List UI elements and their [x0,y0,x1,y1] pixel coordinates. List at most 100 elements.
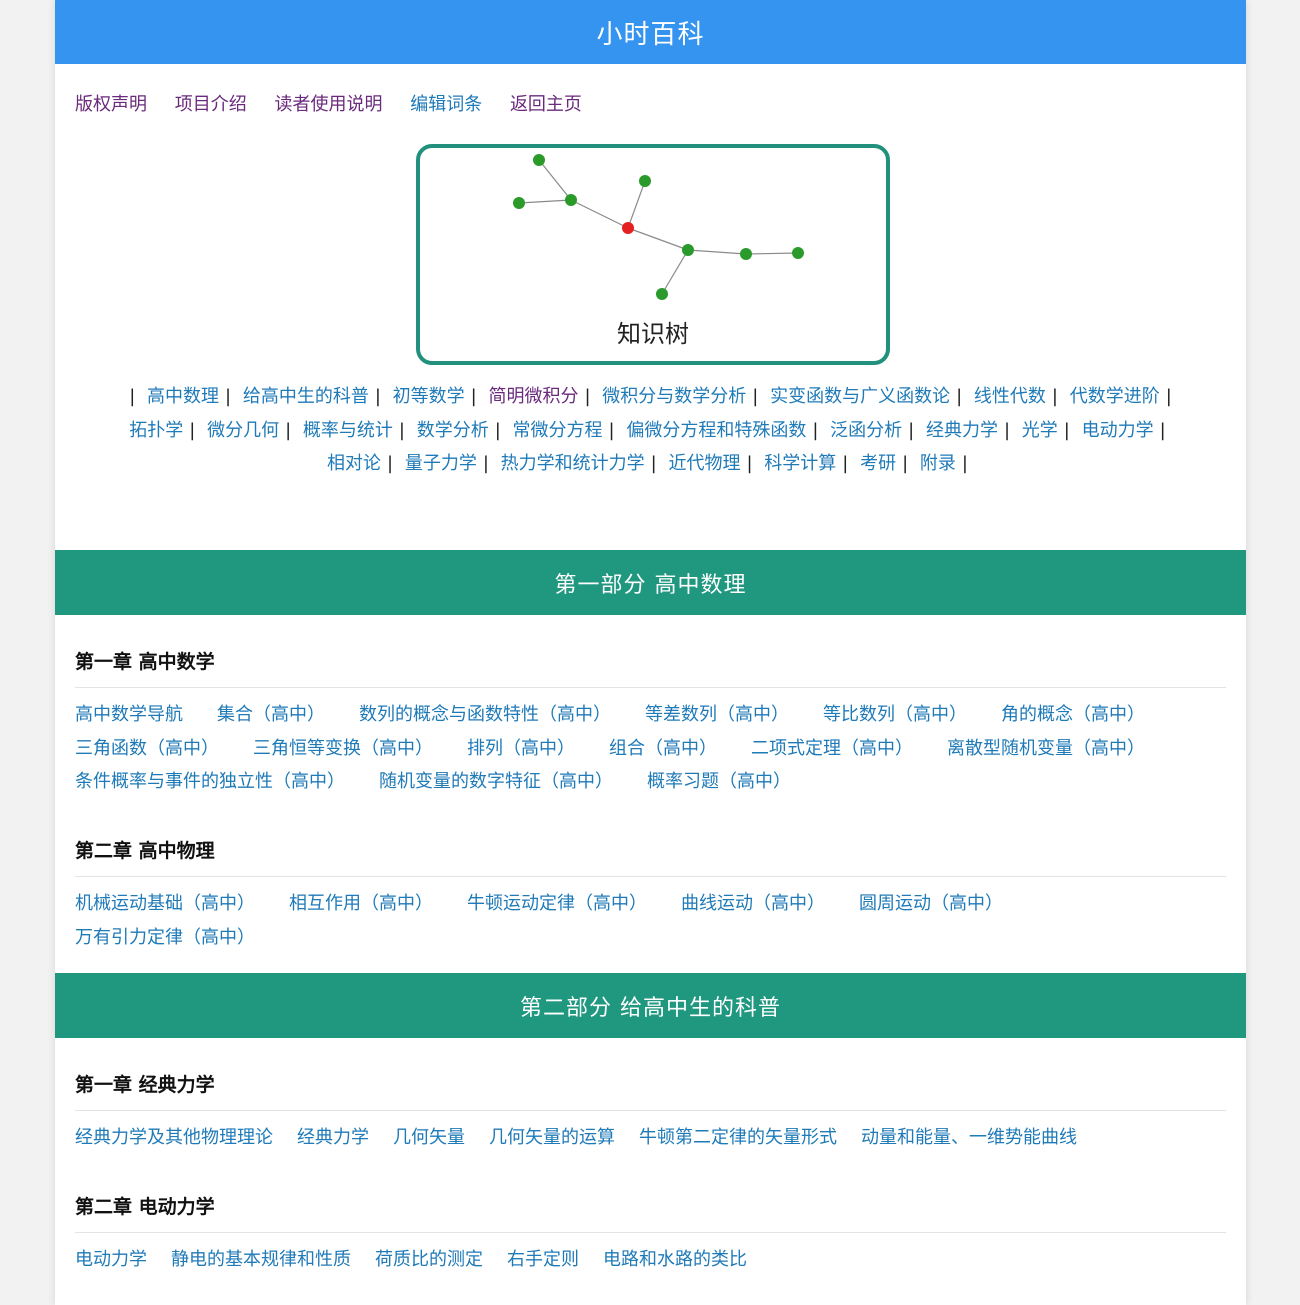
chapter-title: 第一章 高中数学 [75,651,215,673]
subject-link[interactable]: 初等数学 [393,386,465,407]
subject-index: | 高中数理 | 给高中生的科普 | 初等数学 | 简明微积分 | 微积分与数学分析 | … [129,386,1172,474]
entry-link[interactable]: 右手定则 [507,1249,579,1270]
part-1-title: 第一部分 高中数理 [554,572,747,598]
nav-home[interactable]: 返回主页 [510,94,582,115]
subject-link[interactable]: 经典力学 [926,420,998,441]
subject-link[interactable]: 实变函数与广义函数论 [770,386,950,407]
subject-link[interactable]: 泛函分析 [830,420,902,441]
tree-edge [687,249,747,255]
entry-link[interactable]: 高中数学导航 [75,704,183,725]
entry-link[interactable]: 二项式定理（高中） [751,738,913,759]
knowledge-tree-caption: 知识树 [617,320,689,348]
chapter-title: 第二章 电动力学 [75,1196,215,1218]
nav-about[interactable]: 项目介绍 [175,94,247,115]
tree-edge [627,180,646,229]
entry-link[interactable]: 电动力学 [75,1249,147,1270]
subject-link[interactable]: 概率与统计 [303,420,393,441]
subject-link[interactable]: 考研 [860,453,896,474]
entry-link[interactable]: 牛顿第二定律的矢量形式 [639,1127,837,1148]
entry-link[interactable]: 组合（高中） [609,738,717,759]
divider [75,1232,1226,1233]
chapter-title: 第一章 经典力学 [75,1074,215,1096]
entry-link[interactable]: 条件概率与事件的独立性（高中） [75,771,345,792]
entry-link[interactable]: 三角恒等变换（高中） [253,738,433,759]
subject-link[interactable]: 电动力学 [1082,420,1154,441]
subject-link[interactable]: 偏微分方程和特殊函数 [626,420,806,441]
nav-copyright[interactable]: 版权声明 [75,94,147,115]
entry-link[interactable]: 相互作用（高中） [289,893,433,914]
entry-link[interactable]: 曲线运动（高中） [681,893,825,914]
entry-link[interactable]: 荷质比的测定 [375,1249,483,1270]
entry-link[interactable]: 等比数列（高中） [823,704,967,725]
entry-link[interactable]: 几何矢量的运算 [489,1127,615,1148]
subject-link[interactable]: 近代物理 [668,453,740,474]
entry-link[interactable]: 排列（高中） [467,738,575,759]
subject-link[interactable]: 代数学进阶 [1070,386,1160,407]
chapter-title: 第二章 高中物理 [75,840,215,862]
entry-link[interactable]: 随机变量的数字特征（高中） [379,771,613,792]
subject-link[interactable]: 微积分与数学分析 [602,386,746,407]
tree-node [682,244,694,256]
chapter-links: 机械运动基础（高中） 相互作用（高中） 牛顿运动定律（高中） 曲线运动（高中） 圆周运动… [75,887,1185,954]
tree-edge [627,227,689,251]
subject-link[interactable]: 附录 [920,453,956,474]
tree-node [533,154,545,166]
subject-link[interactable]: 给高中生的科普 [243,386,369,407]
entry-link[interactable]: 等差数列（高中） [645,704,789,725]
subject-link[interactable]: 光学 [1022,420,1058,441]
entry-link[interactable]: 万有引力定律（高中） [75,927,255,948]
subject-link[interactable]: 拓扑学 [129,420,183,441]
tree-node [792,247,804,259]
subject-link[interactable]: 线性代数 [974,386,1046,407]
chapter-links: 电动力学 静电的基本规律和性质 荷质比的测定 右手定则 电路和水路的类比 [75,1243,1185,1277]
subject-link[interactable]: 数学分析 [417,420,489,441]
part-2-title: 第二部分 给高中生的科普 [520,995,781,1021]
part-2-banner: 第二部分 给高中生的科普 [55,973,1246,1038]
site-title[interactable]: 小时百科 [596,14,704,51]
entry-link[interactable]: 几何矢量 [393,1127,465,1148]
subject-link[interactable]: 量子力学 [405,453,477,474]
entry-link[interactable]: 集合（高中） [217,704,325,725]
entry-link[interactable]: 牛顿运动定律（高中） [467,893,647,914]
subject-link[interactable]: 简明微积分 [488,386,578,407]
subject-link[interactable]: 常微分方程 [513,420,603,441]
entry-link[interactable]: 经典力学 [297,1127,369,1148]
nav-edit[interactable]: 编辑词条 [410,94,482,115]
entry-link[interactable]: 电路和水路的类比 [603,1249,747,1270]
nav-guide[interactable]: 读者使用说明 [274,94,382,115]
tree-node [639,175,651,187]
subject-link[interactable]: 热力学和统计力学 [501,453,645,474]
entry-link[interactable]: 经典力学及其他物理理论 [75,1127,273,1148]
divider [75,1110,1226,1111]
entry-link[interactable]: 概率习题（高中） [647,771,791,792]
entry-link[interactable]: 静电的基本规律和性质 [171,1249,351,1270]
tree-node [656,288,668,300]
entry-link[interactable]: 动量和能量、一维势能曲线 [861,1127,1077,1148]
chapter-links: 高中数学导航 集合（高中） 数列的概念与函数特性（高中） 等差数列（高中） 等比数列（高… [75,698,1185,799]
entry-link[interactable]: 离散型随机变量（高中） [947,738,1145,759]
entry-link[interactable]: 圆周运动（高中） [859,893,1003,914]
entry-link[interactable]: 数列的概念与函数特性（高中） [359,704,611,725]
entry-link[interactable]: 机械运动基础（高中） [75,893,255,914]
part-1-banner: 第一部分 高中数理 [55,550,1246,615]
entry-link[interactable]: 角的概念（高中） [1001,704,1145,725]
tree-node [565,194,577,206]
chapter-links: 经典力学及其他物理理论 经典力学 几何矢量 几何矢量的运算 牛顿第二定律的矢量形式 动量和… [75,1121,1185,1155]
tree-root-node [622,222,634,234]
subject-link[interactable]: 微分几何 [207,420,279,441]
page: 小时百科 版权声明 项目介绍 读者使用说明 编辑词条 返回主页 知识树 | 高中… [55,0,1246,1305]
entry-link[interactable]: 三角函数（高中） [75,738,219,759]
top-nav: 版权声明 项目介绍 读者使用说明 编辑词条 返回主页 [75,90,604,116]
subject-link[interactable]: 科学计算 [764,453,836,474]
site-header: 小时百科 [55,0,1246,64]
knowledge-tree-card[interactable]: 知识树 [416,144,890,365]
tree-edges [518,159,799,295]
tree-nodes [513,154,804,300]
divider [75,876,1226,877]
tree-edge [745,252,799,255]
subject-link[interactable]: 相对论 [327,453,381,474]
tree-edge [570,199,629,229]
tree-edge [538,159,572,201]
subject-link[interactable]: 高中数理 [147,386,219,407]
tree-edge [518,199,572,204]
